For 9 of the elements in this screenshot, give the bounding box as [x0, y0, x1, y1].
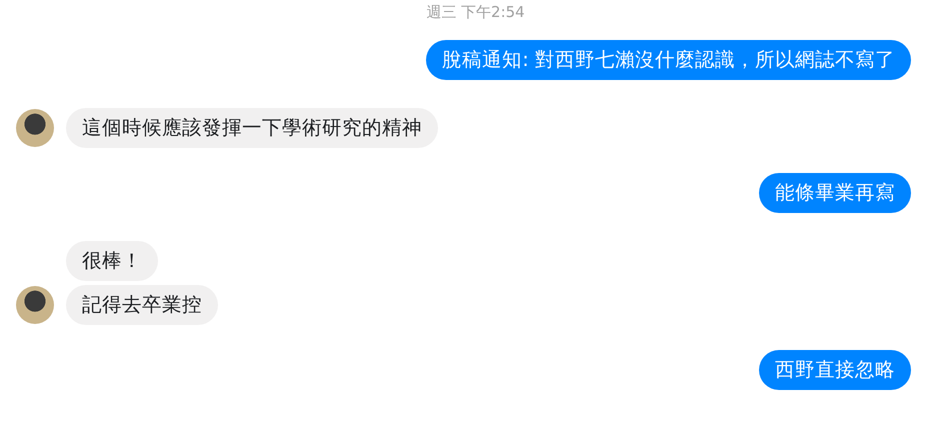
sent-message: 脫稿通知: 對西野七瀨沒什麼認識，所以網誌不寫了: [426, 40, 911, 80]
sent-message: 西野直接忽略: [759, 350, 911, 390]
avatar: [16, 109, 54, 147]
message-timestamp: 週三 下午2:54: [426, 2, 525, 22]
received-message: 這個時候應該發揮一下學術研究的精神: [66, 108, 438, 148]
received-message: 很棒！: [66, 241, 158, 281]
avatar: [16, 286, 54, 324]
sent-message: 能條畢業再寫: [759, 173, 911, 213]
received-message: 記得去卒業控: [66, 285, 218, 325]
